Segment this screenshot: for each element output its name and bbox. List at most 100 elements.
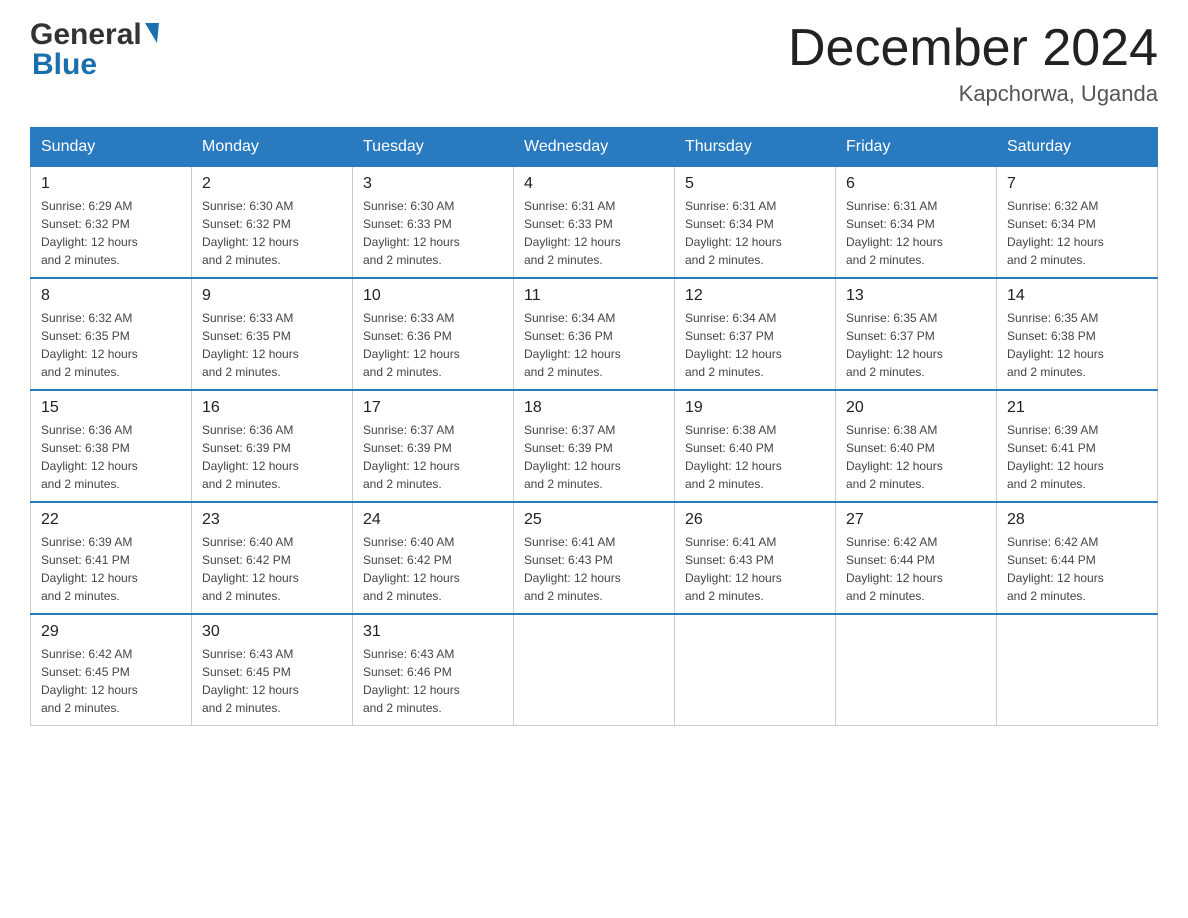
calendar-cell: 12 Sunrise: 6:34 AMSunset: 6:37 PMDayligh…	[675, 278, 836, 390]
logo-general-text: General	[30, 20, 142, 50]
day-info: Sunrise: 6:42 AMSunset: 6:45 PMDaylight:…	[41, 645, 181, 717]
day-number: 15	[41, 399, 181, 417]
day-number: 30	[202, 623, 342, 641]
calendar-cell: 3 Sunrise: 6:30 AMSunset: 6:33 PMDaylight…	[353, 167, 514, 279]
day-number: 20	[846, 399, 986, 417]
day-header-friday: Friday	[836, 128, 997, 167]
calendar-cell	[997, 614, 1158, 726]
day-info: Sunrise: 6:40 AMSunset: 6:42 PMDaylight:…	[202, 533, 342, 605]
day-info: Sunrise: 6:40 AMSunset: 6:42 PMDaylight:…	[363, 533, 503, 605]
calendar-cell: 17 Sunrise: 6:37 AMSunset: 6:39 PMDayligh…	[353, 390, 514, 502]
day-number: 26	[685, 511, 825, 529]
day-number: 25	[524, 511, 664, 529]
day-info: Sunrise: 6:37 AMSunset: 6:39 PMDaylight:…	[363, 421, 503, 493]
calendar-cell: 19 Sunrise: 6:38 AMSunset: 6:40 PMDayligh…	[675, 390, 836, 502]
day-number: 7	[1007, 175, 1147, 193]
day-info: Sunrise: 6:32 AMSunset: 6:35 PMDaylight:…	[41, 309, 181, 381]
day-header-saturday: Saturday	[997, 128, 1158, 167]
day-info: Sunrise: 6:38 AMSunset: 6:40 PMDaylight:…	[685, 421, 825, 493]
day-info: Sunrise: 6:35 AMSunset: 6:38 PMDaylight:…	[1007, 309, 1147, 381]
calendar-cell: 13 Sunrise: 6:35 AMSunset: 6:37 PMDayligh…	[836, 278, 997, 390]
day-number: 9	[202, 287, 342, 305]
calendar-cell: 7 Sunrise: 6:32 AMSunset: 6:34 PMDaylight…	[997, 167, 1158, 279]
day-number: 1	[41, 175, 181, 193]
day-number: 27	[846, 511, 986, 529]
calendar-cell: 10 Sunrise: 6:33 AMSunset: 6:36 PMDayligh…	[353, 278, 514, 390]
calendar-week-row: 22Sunrise: 6:39 AMSunset: 6:41 PMDayligh…	[31, 502, 1158, 614]
day-number: 16	[202, 399, 342, 417]
calendar-cell: 6 Sunrise: 6:31 AMSunset: 6:34 PMDaylight…	[836, 167, 997, 279]
calendar-header: SundayMondayTuesdayWednesdayThursdayFrid…	[31, 128, 1158, 167]
calendar-cell: 2 Sunrise: 6:30 AMSunset: 6:32 PMDaylight…	[192, 167, 353, 279]
day-header-monday: Monday	[192, 128, 353, 167]
calendar-cell: 30 Sunrise: 6:43 AMSunset: 6:45 PMDayligh…	[192, 614, 353, 726]
calendar-cell: 31Sunrise: 6:43 AMSunset: 6:46 PMDayligh…	[353, 614, 514, 726]
day-info: Sunrise: 6:30 AMSunset: 6:32 PMDaylight:…	[202, 197, 342, 269]
page-header: General Blue December 2024 Kapchorwa, Ug…	[30, 20, 1158, 107]
day-info: Sunrise: 6:41 AMSunset: 6:43 PMDaylight:…	[524, 533, 664, 605]
day-info: Sunrise: 6:38 AMSunset: 6:40 PMDaylight:…	[846, 421, 986, 493]
calendar-cell: 4 Sunrise: 6:31 AMSunset: 6:33 PMDaylight…	[514, 167, 675, 279]
day-number: 28	[1007, 511, 1147, 529]
logo-triangle-icon	[145, 23, 159, 43]
day-info: Sunrise: 6:33 AMSunset: 6:36 PMDaylight:…	[363, 309, 503, 381]
day-info: Sunrise: 6:42 AMSunset: 6:44 PMDaylight:…	[1007, 533, 1147, 605]
day-number: 4	[524, 175, 664, 193]
logo: General Blue	[30, 20, 161, 80]
day-info: Sunrise: 6:39 AMSunset: 6:41 PMDaylight:…	[1007, 421, 1147, 493]
calendar-cell: 14 Sunrise: 6:35 AMSunset: 6:38 PMDayligh…	[997, 278, 1158, 390]
day-number: 24	[363, 511, 503, 529]
calendar-week-row: 15 Sunrise: 6:36 AMSunset: 6:38 PMDayligh…	[31, 390, 1158, 502]
calendar-cell: 5Sunrise: 6:31 AMSunset: 6:34 PMDaylight…	[675, 167, 836, 279]
calendar-cell: 29 Sunrise: 6:42 AMSunset: 6:45 PMDayligh…	[31, 614, 192, 726]
day-info: Sunrise: 6:34 AMSunset: 6:36 PMDaylight:…	[524, 309, 664, 381]
day-number: 12	[685, 287, 825, 305]
location-subtitle: Kapchorwa, Uganda	[788, 81, 1158, 107]
day-info: Sunrise: 6:34 AMSunset: 6:37 PMDaylight:…	[685, 309, 825, 381]
day-number: 13	[846, 287, 986, 305]
day-info: Sunrise: 6:37 AMSunset: 6:39 PMDaylight:…	[524, 421, 664, 493]
day-info: Sunrise: 6:39 AMSunset: 6:41 PMDaylight:…	[41, 533, 181, 605]
calendar-body: 1 Sunrise: 6:29 AMSunset: 6:32 PMDaylight…	[31, 167, 1158, 726]
calendar-cell	[675, 614, 836, 726]
month-title: December 2024	[788, 20, 1158, 77]
day-number: 8	[41, 287, 181, 305]
day-info: Sunrise: 6:32 AMSunset: 6:34 PMDaylight:…	[1007, 197, 1147, 269]
day-header-sunday: Sunday	[31, 128, 192, 167]
day-info: Sunrise: 6:43 AMSunset: 6:45 PMDaylight:…	[202, 645, 342, 717]
day-number: 5	[685, 175, 825, 193]
calendar-cell: 15 Sunrise: 6:36 AMSunset: 6:38 PMDayligh…	[31, 390, 192, 502]
day-info: Sunrise: 6:33 AMSunset: 6:35 PMDaylight:…	[202, 309, 342, 381]
calendar-cell: 27 Sunrise: 6:42 AMSunset: 6:44 PMDayligh…	[836, 502, 997, 614]
day-number: 23	[202, 511, 342, 529]
day-info: Sunrise: 6:29 AMSunset: 6:32 PMDaylight:…	[41, 197, 181, 269]
calendar-cell: 1 Sunrise: 6:29 AMSunset: 6:32 PMDaylight…	[31, 167, 192, 279]
day-info: Sunrise: 6:36 AMSunset: 6:38 PMDaylight:…	[41, 421, 181, 493]
day-info: Sunrise: 6:31 AMSunset: 6:34 PMDaylight:…	[846, 197, 986, 269]
day-number: 18	[524, 399, 664, 417]
day-info: Sunrise: 6:36 AMSunset: 6:39 PMDaylight:…	[202, 421, 342, 493]
header-row: SundayMondayTuesdayWednesdayThursdayFrid…	[31, 128, 1158, 167]
day-number: 29	[41, 623, 181, 641]
day-info: Sunrise: 6:41 AMSunset: 6:43 PMDaylight:…	[685, 533, 825, 605]
calendar-table: SundayMondayTuesdayWednesdayThursdayFrid…	[30, 127, 1158, 726]
logo-blue-text: Blue	[32, 50, 97, 80]
calendar-cell: 16 Sunrise: 6:36 AMSunset: 6:39 PMDayligh…	[192, 390, 353, 502]
day-number: 2	[202, 175, 342, 193]
day-number: 11	[524, 287, 664, 305]
day-info: Sunrise: 6:30 AMSunset: 6:33 PMDaylight:…	[363, 197, 503, 269]
day-info: Sunrise: 6:31 AMSunset: 6:33 PMDaylight:…	[524, 197, 664, 269]
calendar-cell: 22Sunrise: 6:39 AMSunset: 6:41 PMDayligh…	[31, 502, 192, 614]
day-number: 17	[363, 399, 503, 417]
day-info: Sunrise: 6:42 AMSunset: 6:44 PMDaylight:…	[846, 533, 986, 605]
day-info: Sunrise: 6:43 AMSunset: 6:46 PMDaylight:…	[363, 645, 503, 717]
day-number: 6	[846, 175, 986, 193]
day-number: 19	[685, 399, 825, 417]
day-number: 3	[363, 175, 503, 193]
day-info: Sunrise: 6:35 AMSunset: 6:37 PMDaylight:…	[846, 309, 986, 381]
calendar-cell	[836, 614, 997, 726]
day-number: 14	[1007, 287, 1147, 305]
calendar-cell: 21Sunrise: 6:39 AMSunset: 6:41 PMDayligh…	[997, 390, 1158, 502]
calendar-cell: 18 Sunrise: 6:37 AMSunset: 6:39 PMDayligh…	[514, 390, 675, 502]
day-number: 10	[363, 287, 503, 305]
